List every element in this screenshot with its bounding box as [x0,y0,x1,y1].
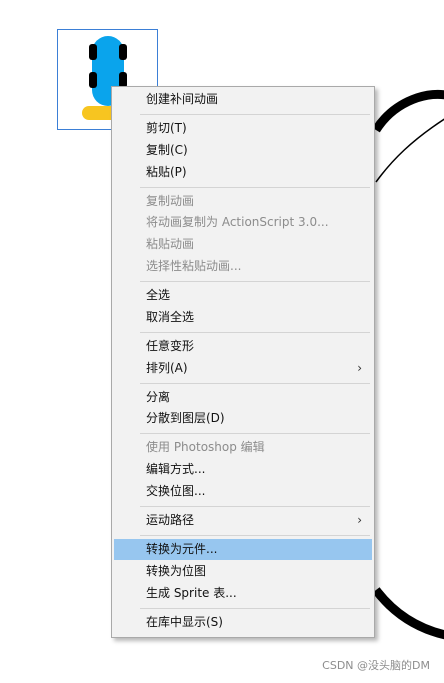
menu-item-label: 剪切(T) [146,121,187,135]
submenu-arrow-icon: › [357,360,362,375]
wheel-shape [89,44,97,60]
menu-item-label: 取消全选 [146,309,195,324]
menu-item: 使用 Photoshop 编辑 [114,437,372,458]
menu-item[interactable]: 剪切(T) [114,118,372,139]
menu-item[interactable]: 创建补间动画 [114,89,372,110]
menu-item-label: 创建补间动画 [146,92,219,106]
context-menu[interactable]: 创建补间动画 剪切(T) 复制(C) 粘贴(P) 复制动画将动画复制为 ActionSc… [111,86,375,638]
submenu-arrow-icon: › [357,513,362,527]
menu-item-label: 全选 [146,288,171,302]
menu-item-label: 编辑方式... [146,462,206,477]
menu-item-label: 选择性粘贴动画... [146,259,242,273]
menu-item[interactable]: 转换为元件... [114,539,372,560]
menu-item[interactable]: 在库中显示(S) [114,612,372,633]
menu-item[interactable]: 编辑方式... [114,459,372,480]
menu-item[interactable]: 交换位图... [114,481,372,502]
menu-separator [140,534,370,536]
watermark-text: CSDN @没头脑的DM [322,659,430,672]
menu-item: 粘贴动画 [114,234,372,255]
wheel-shape [119,44,127,60]
menu-item: 复制动画 [114,191,372,212]
menu-item-label: 交换位图... [146,484,206,498]
menu-separator [140,607,370,609]
menu-item[interactable]: 生成 Sprite 表... [114,583,372,604]
menu-item-label: 转换为元件... [146,542,218,556]
menu-separator [140,186,370,188]
menu-item-label: 生成 Sprite 表... [146,585,237,600]
menu-item-label: 将动画复制为 ActionScript 3.0... [146,215,329,230]
menu-item-label: 分离 [146,389,171,404]
menu-separator [140,113,370,115]
menu-item-label: 转换为位图 [146,563,207,578]
menu-item: 选择性粘贴动画... [114,256,372,277]
menu-item-label: 粘贴动画 [146,237,195,252]
menu-item[interactable]: 排列(A) › [114,358,372,379]
menu-item-label: 使用 Photoshop 编辑 [146,440,265,455]
menu-item[interactable]: 取消全选 [114,307,372,328]
menu-item[interactable]: 任意变形 [114,336,372,357]
menu-separator [140,331,370,333]
menu-item[interactable]: 分散到图层(D) [114,408,372,429]
menu-item-label: 分散到图层(D) [146,411,225,426]
menu-separator [140,433,370,435]
menu-item: 将动画复制为 ActionScript 3.0... [114,212,372,233]
menu-item-label: 排列(A) [146,360,188,375]
menu-item-label: 复制动画 [146,193,195,208]
menu-separator [140,505,370,507]
menu-separator [140,280,370,282]
menu-item-label: 复制(C) [146,142,188,157]
menu-item-label: 运动路径 [146,513,195,527]
menu-item[interactable]: 分离 [114,387,372,408]
menu-item[interactable]: 转换为位图 [114,561,372,582]
menu-item-label: 在库中显示(S) [146,614,223,629]
menu-item[interactable]: 运动路径 › [114,510,372,531]
menu-item[interactable]: 全选 [114,285,372,306]
menu-item[interactable]: 复制(C) [114,140,372,161]
menu-item-label: 任意变形 [146,338,195,353]
menu-separator [140,382,370,384]
menu-item[interactable]: 粘贴(P) [114,162,372,183]
menu-item-label: 粘贴(P) [146,164,187,179]
wheel-shape [89,72,97,88]
